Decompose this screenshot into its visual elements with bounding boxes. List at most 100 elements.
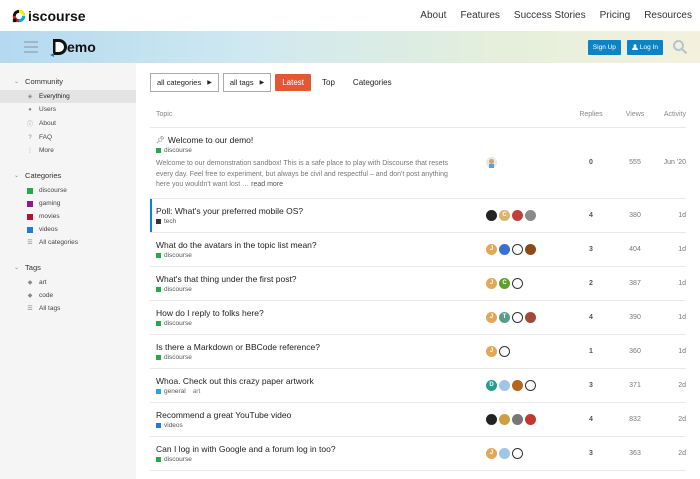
avatar[interactable] xyxy=(512,243,523,255)
topic-category[interactable]: general art xyxy=(156,388,486,395)
activity-time[interactable]: 1d xyxy=(654,280,686,287)
table-row[interactable]: Recommend a great YouTube video videos 4… xyxy=(150,403,686,437)
activity-time[interactable]: 1d xyxy=(654,246,686,253)
column-topic[interactable]: Topic xyxy=(156,111,566,118)
avatar[interactable] xyxy=(512,277,523,289)
nav-success-stories[interactable]: Success Stories xyxy=(514,10,586,21)
topic-title[interactable]: What do the avatars in the topic list me… xyxy=(156,240,317,250)
avatar[interactable]: C xyxy=(499,277,510,289)
avatar[interactable] xyxy=(512,209,523,221)
avatar[interactable] xyxy=(512,413,523,425)
sidebar-category-movies[interactable]: movies xyxy=(0,210,136,223)
tab-top[interactable]: Top xyxy=(315,74,342,91)
topic-title[interactable]: Welcome to our demo! xyxy=(168,135,253,145)
avatar[interactable] xyxy=(525,311,536,323)
topic-category[interactable]: tech xyxy=(156,218,486,225)
avatar[interactable] xyxy=(486,209,497,221)
topic-category[interactable]: discourse xyxy=(156,456,486,463)
sidebar-category-discourse[interactable]: discourse xyxy=(0,184,136,197)
table-row[interactable]: Is there a Markdown or BBCode reference?… xyxy=(150,335,686,369)
sidebar-all-tags[interactable]: ☰ All tags xyxy=(0,302,136,315)
tab-categories[interactable]: Categories xyxy=(346,74,399,91)
column-views[interactable]: Views xyxy=(616,111,654,118)
nav-resources[interactable]: Resources xyxy=(644,10,692,21)
topic-category[interactable]: discourse xyxy=(156,252,486,259)
avatar[interactable]: J xyxy=(486,447,497,459)
topic-title[interactable]: What's that thing under the first post? xyxy=(156,274,297,284)
nav-features[interactable]: Features xyxy=(460,10,499,21)
avatar[interactable] xyxy=(525,243,536,255)
table-row[interactable]: Can I log in with Google and a forum log… xyxy=(150,437,686,471)
topic-title[interactable]: Is there a Markdown or BBCode reference? xyxy=(156,342,320,352)
table-row[interactable]: What's that thing under the first post? … xyxy=(150,267,686,301)
sidebar-tag-code[interactable]: ◆ code xyxy=(0,289,136,302)
topic-category[interactable]: discourse xyxy=(156,354,486,361)
avatar[interactable] xyxy=(499,379,510,391)
demo-logo[interactable]: emo xyxy=(50,37,96,57)
avatar[interactable] xyxy=(512,311,523,323)
nav-pricing[interactable]: Pricing xyxy=(600,10,631,21)
activity-time[interactable]: 2d xyxy=(654,450,686,457)
topic-title[interactable]: Whoa. Check out this crazy paper artwork xyxy=(156,376,314,386)
sidebar-tag-art[interactable]: ◆ art xyxy=(0,276,136,289)
column-replies[interactable]: Replies xyxy=(566,111,616,118)
avatar[interactable] xyxy=(512,447,523,459)
avatar[interactable]: J xyxy=(486,311,497,323)
topic-category[interactable]: discourse xyxy=(156,286,486,293)
table-row[interactable]: Poll: What's your preferred mobile OS? t… xyxy=(150,198,686,233)
avatar[interactable] xyxy=(525,413,536,425)
avatar[interactable] xyxy=(499,243,510,255)
tag-dropdown[interactable]: all tags ▶ xyxy=(222,73,272,92)
table-row[interactable]: What do the avatars in the topic list me… xyxy=(150,233,686,267)
avatar[interactable] xyxy=(499,447,510,459)
topic-tag[interactable]: art xyxy=(193,388,201,395)
activity-time[interactable]: Jun '20 xyxy=(654,159,686,166)
discourse-logo[interactable]: iscourse xyxy=(12,8,86,24)
sidebar-section-categories[interactable]: ⌄ Categories xyxy=(0,167,136,184)
avatar[interactable]: T xyxy=(499,311,510,323)
topic-category[interactable]: discourse xyxy=(156,147,486,154)
activity-time[interactable]: 1d xyxy=(654,348,686,355)
topic-title[interactable]: Can I log in with Google and a forum log… xyxy=(156,444,336,454)
avatar[interactable]: C xyxy=(499,209,510,221)
sidebar-item-more[interactable]: ⋮ More xyxy=(0,144,136,157)
avatar[interactable] xyxy=(525,209,536,221)
avatar[interactable]: J xyxy=(486,277,497,289)
avatar[interactable] xyxy=(525,379,536,391)
sidebar-section-community[interactable]: ⌄ Community xyxy=(0,73,136,90)
tab-latest[interactable]: Latest xyxy=(275,74,312,91)
category-dropdown[interactable]: all categories ▶ xyxy=(150,73,219,92)
table-row[interactable]: Whoa. Check out this crazy paper artwork… xyxy=(150,369,686,403)
sidebar-category-videos[interactable]: videos xyxy=(0,223,136,236)
nav-about[interactable]: About xyxy=(420,10,446,21)
avatar[interactable] xyxy=(499,345,510,357)
table-row[interactable]: 📌︎ Welcome to our demo! discourse Welcom… xyxy=(150,128,686,199)
activity-time[interactable]: 2d xyxy=(654,382,686,389)
avatar[interactable] xyxy=(486,413,497,425)
sidebar-item-faq[interactable]: ? FAQ xyxy=(0,131,136,144)
topic-title[interactable]: How do I reply to folks here? xyxy=(156,308,264,318)
search-icon[interactable] xyxy=(672,39,688,55)
hamburger-icon[interactable] xyxy=(24,41,38,53)
sidebar-item-about[interactable]: ⓘ About xyxy=(0,116,136,131)
topic-category[interactable]: videos xyxy=(156,422,486,429)
read-more-link[interactable]: read more xyxy=(251,181,283,188)
avatar[interactable]: D xyxy=(486,379,497,391)
sidebar-item-everything[interactable]: ◈ Everything xyxy=(0,90,136,103)
avatar[interactable] xyxy=(512,379,523,391)
activity-time[interactable]: 1d xyxy=(654,314,686,321)
sign-up-button[interactable]: Sign Up xyxy=(587,39,621,55)
sidebar-category-gaming[interactable]: gaming xyxy=(0,197,136,210)
avatar[interactable]: J xyxy=(486,345,497,357)
avatar[interactable]: J xyxy=(486,243,497,255)
avatar[interactable] xyxy=(486,157,497,169)
log-in-button[interactable]: Log In xyxy=(626,39,663,55)
sidebar-section-tags[interactable]: ⌄ Tags xyxy=(0,259,136,276)
avatar[interactable] xyxy=(499,413,510,425)
sidebar-all-categories[interactable]: ☰ All categories xyxy=(0,236,136,249)
topic-category[interactable]: discourse xyxy=(156,320,486,327)
activity-time[interactable]: 1d xyxy=(654,212,686,219)
table-row[interactable]: How do I reply to folks here? discourse … xyxy=(150,301,686,335)
topic-title[interactable]: Poll: What's your preferred mobile OS? xyxy=(156,206,303,216)
sidebar-item-users[interactable]: ● Users xyxy=(0,103,136,116)
